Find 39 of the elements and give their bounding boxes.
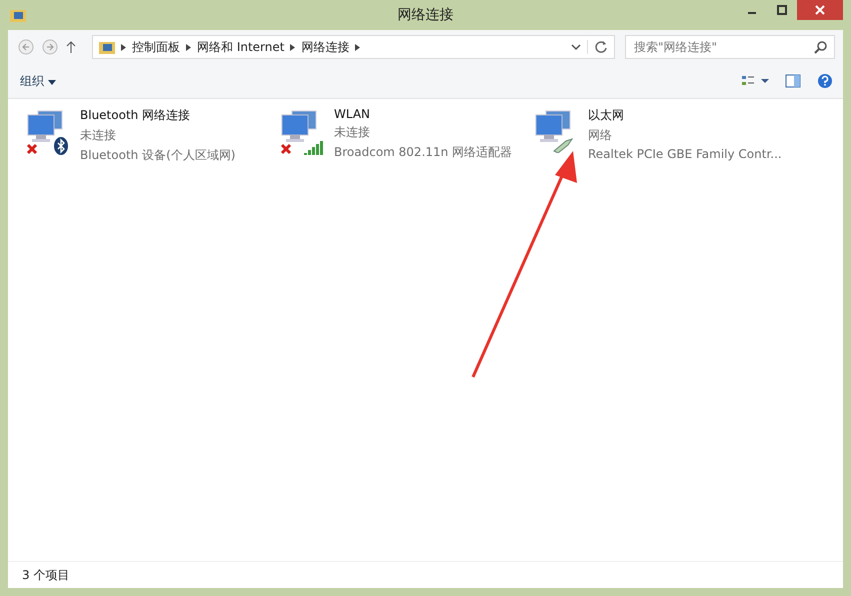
breadcrumb[interactable]: 控制面板 — [132, 38, 180, 56]
close-button[interactable] — [797, 0, 843, 20]
connection-name: Bluetooth 网络连接 — [80, 107, 192, 124]
adapter-name: Bluetooth 设备(个人区域网) — [80, 147, 236, 164]
chevron-icon[interactable] — [121, 44, 126, 50]
connection-status: 未连接 — [334, 124, 371, 141]
chevron-icon[interactable] — [290, 44, 296, 50]
network-cable-icon — [552, 137, 574, 153]
connection-status: 网络 — [588, 127, 613, 144]
breadcrumb[interactable]: 网络和 Internet — [197, 38, 284, 56]
refresh-icon[interactable] — [587, 40, 608, 54]
back-button[interactable] — [16, 39, 36, 55]
connection-name: 以太网 — [588, 107, 625, 124]
connection-name: WLAN — [334, 107, 372, 121]
network-connection-item[interactable]: 以太网 网络 Realtek PCIe GBE Family Contr... — [530, 107, 784, 161]
item-count: 3 个项目 — [22, 566, 70, 584]
chevron-icon[interactable] — [186, 44, 191, 50]
folder-icon — [10, 8, 26, 22]
signal-bars-icon — [304, 139, 324, 155]
caret-icon — [48, 80, 56, 84]
search-field[interactable]: 搜索"网络连接" — [625, 35, 835, 59]
search-icon[interactable] — [814, 40, 828, 54]
close-icon — [815, 5, 825, 15]
breadcrumb[interactable]: 网络连接 — [301, 38, 350, 56]
address-bar[interactable]: 控制面板 网络和 Internet 网络连接 — [92, 35, 615, 59]
organize-menu-button[interactable]: 组织 — [16, 70, 60, 92]
chevron-icon[interactable] — [355, 44, 360, 50]
adapter-name: Realtek PCIe GBE Family Contr... — [588, 147, 782, 161]
network-connection-item[interactable]: Bluetooth 网络连接 未连接 Bluetooth 设备(个人区域网) — [22, 107, 276, 164]
dropdown-icon[interactable] — [571, 43, 581, 51]
bluetooth-icon — [54, 137, 68, 155]
control-panel-icon — [99, 40, 115, 54]
connection-status: 未连接 — [80, 127, 117, 144]
help-button[interactable] — [815, 71, 835, 91]
preview-pane-button[interactable] — [783, 72, 803, 90]
window-title: 网络连接 — [398, 6, 454, 24]
network-connection-item[interactable]: WLAN 未连接 Broadcom 802.11n 网络适配器 — [276, 107, 530, 161]
adapter-name: Broadcom 802.11n 网络适配器 — [334, 144, 512, 161]
up-button[interactable] — [64, 40, 78, 54]
